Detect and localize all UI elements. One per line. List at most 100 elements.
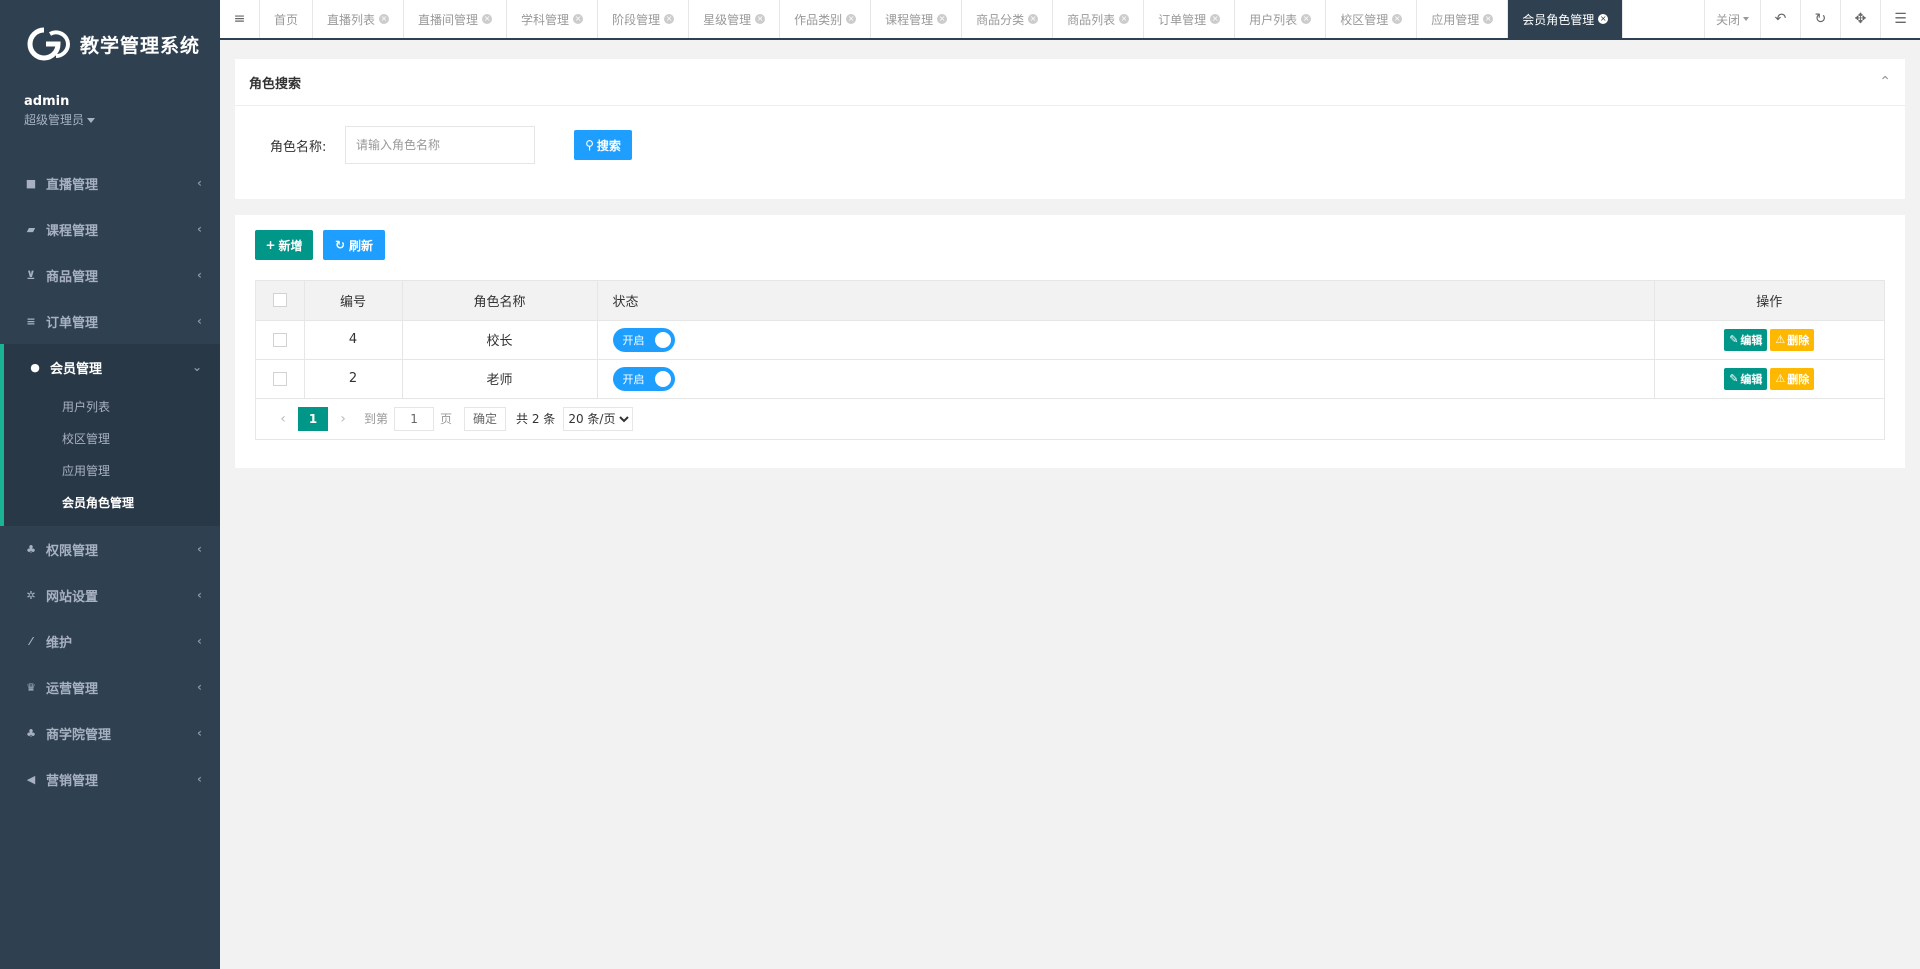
sidebar-item-site-settings[interactable]: ✲ 网站设置 ‹ [0,572,220,618]
sidebar-item-members[interactable]: ● 会员管理 ⌄ [0,344,220,390]
row-checkbox[interactable] [272,371,287,386]
tab-goods-categories[interactable]: 商品分类 × [962,0,1054,38]
submenu-item-campus[interactable]: 校区管理 [4,422,220,454]
close-icon[interactable]: × [482,14,493,24]
close-icon[interactable]: × [1598,14,1609,24]
back-button[interactable]: ↶ [1760,0,1800,38]
edit-button[interactable]: ✎ 编辑 [1724,367,1768,390]
tab-home[interactable]: 首页 [260,0,314,38]
status-toggle[interactable]: 开启 [612,327,675,352]
goto-label: 到第 [364,412,389,426]
cart-icon: ⊻ [26,268,36,282]
tab-live-room[interactable]: 直播间管理 × [404,0,508,38]
tab-stars[interactable]: 星级管理 × [689,0,781,38]
submenu-item-apps[interactable]: 应用管理 [4,454,220,486]
table-toolbar: + 新增 ↻ 刷新 [255,230,1885,260]
tab-label: 首页 [274,12,299,27]
page-size-select[interactable]: 20 条/页 [563,406,634,431]
tab-label: 星级管理 [703,12,752,27]
cell-role-name: 老师 [402,359,598,399]
submenu-item-member-roles[interactable]: 会员角色管理 [4,486,220,518]
refresh-button[interactable]: ↻ 刷新 [323,230,385,260]
delete-button[interactable]: ⚠ 删除 [1770,367,1815,390]
status-toggle[interactable]: 开启 [612,366,675,391]
tab-member-roles[interactable]: 会员角色管理 × [1508,0,1624,38]
row-checkbox[interactable] [272,332,287,347]
close-icon[interactable]: × [573,14,584,24]
sidebar-item-orders[interactable]: ≡ 订单管理 ‹ [0,298,220,344]
toggle-knob [654,370,671,387]
search-button[interactable]: ⚲ 搜索 [574,130,632,160]
add-button[interactable]: + 新增 [255,230,313,260]
close-tabs-dropdown[interactable]: 关闭 [1704,0,1760,38]
tab-stages[interactable]: 阶段管理 × [598,0,690,38]
status-toggle-label: 开启 [622,333,645,347]
delete-button[interactable]: ⚠ 删除 [1770,328,1815,351]
warning-icon: ⚠ [1775,372,1786,385]
cell-id: 4 [304,320,403,360]
users-icon: ♣ [26,726,36,740]
sidebar-item-goods[interactable]: ⊻ 商品管理 ‹ [0,252,220,298]
sidebar-item-operations[interactable]: ♛ 运营管理 ‹ [0,664,220,710]
sidebar-menu: ■ 直播管理 ‹ ▰ 课程管理 ‹ ⊻ 商品管理 ‹ ≡ 订单管理 ‹ ● 会员… [0,160,220,802]
close-icon[interactable]: × [664,14,675,24]
close-icon[interactable]: × [379,14,390,24]
goto-page-input[interactable] [394,406,435,431]
chevron-left-icon: ‹ [197,726,202,740]
sidebar-item-marketing[interactable]: ◀ 营销管理 ‹ [0,756,220,802]
role-name-input[interactable] [345,126,535,164]
caret-down-icon [87,118,96,123]
tab-apps[interactable]: 应用管理 × [1417,0,1509,38]
sidebar-item-label: 营销管理 [46,773,99,789]
close-icon[interactable]: × [1392,14,1403,24]
close-icon[interactable]: × [1483,14,1494,24]
tab-courses[interactable]: 课程管理 × [871,0,963,38]
close-icon[interactable]: × [1210,14,1221,24]
page-current[interactable]: 1 [298,406,328,431]
tab-goods-list[interactable]: 商品列表 × [1053,0,1145,38]
fullscreen-button[interactable]: ✥ [1840,0,1880,38]
tab-orders[interactable]: 订单管理 × [1144,0,1236,38]
sidebar-item-business-school[interactable]: ♣ 商学院管理 ‹ [0,710,220,756]
settings-button[interactable]: ☰ [1880,0,1920,38]
tab-label: 直播间管理 [418,12,479,27]
column-header-role-name[interactable]: 角色名称 [402,281,598,321]
column-header-status[interactable]: 状态 [597,281,1655,321]
members-submenu: 用户列表 校区管理 应用管理 会员角色管理 [0,390,220,526]
table-header-row: 编号 角色名称 状态 操作 [256,281,1884,321]
tab-campus[interactable]: 校区管理 × [1326,0,1418,38]
close-icon[interactable]: × [1119,14,1130,24]
close-icon[interactable]: × [1028,14,1039,24]
reload-button[interactable]: ↻ [1800,0,1840,38]
tab-live-list[interactable]: 直播列表 × [313,0,405,38]
chevron-left-icon: ‹ [197,268,202,282]
edit-button[interactable]: ✎ 编辑 [1724,328,1768,351]
tab-work-categories[interactable]: 作品类别 × [780,0,872,38]
sidebar-item-course[interactable]: ▰ 课程管理 ‹ [0,206,220,252]
close-icon[interactable]: × [937,14,948,24]
sidebar-item-permissions[interactable]: ♣ 权限管理 ‹ [0,526,220,572]
column-header-id[interactable]: 编号 [304,281,403,321]
close-icon[interactable]: × [755,14,766,24]
roles-table: 编号 角色名称 状态 操作 4 校长 开启 ✎ 编辑 ⚠ 删除 2 老师 开启 … [255,280,1885,440]
next-page-icon[interactable]: › [328,411,358,427]
sidebar-item-label: 直播管理 [46,177,99,193]
menu-toggle-button[interactable]: ≡ [220,0,260,38]
tab-subjects[interactable]: 学科管理 × [507,0,599,38]
logo[interactable]: 教学管理系统 [0,0,220,88]
tab-user-list[interactable]: 用户列表 × [1235,0,1327,38]
select-all-checkbox[interactable] [272,293,287,308]
close-icon[interactable]: × [846,14,857,24]
sidebar-item-live[interactable]: ■ 直播管理 ‹ [0,160,220,206]
sidebar-item-label: 会员管理 [50,361,103,377]
goto-confirm-button[interactable]: 确定 [464,406,507,431]
prev-page-icon[interactable]: ‹ [268,411,298,427]
user-role-dropdown[interactable]: 超级管理员 [24,111,196,128]
search-form: 角色名称: ⚲搜索 [235,106,1905,164]
move-icon: ✥ [1854,11,1867,27]
role-name-label: 角色名称: [270,139,327,155]
close-icon[interactable]: × [1301,14,1312,24]
chevron-up-icon[interactable]: ⌃ [1879,74,1891,90]
sidebar-item-maintenance[interactable]: ⁄ 维护 ‹ [0,618,220,664]
submenu-item-user-list[interactable]: 用户列表 [4,390,220,422]
